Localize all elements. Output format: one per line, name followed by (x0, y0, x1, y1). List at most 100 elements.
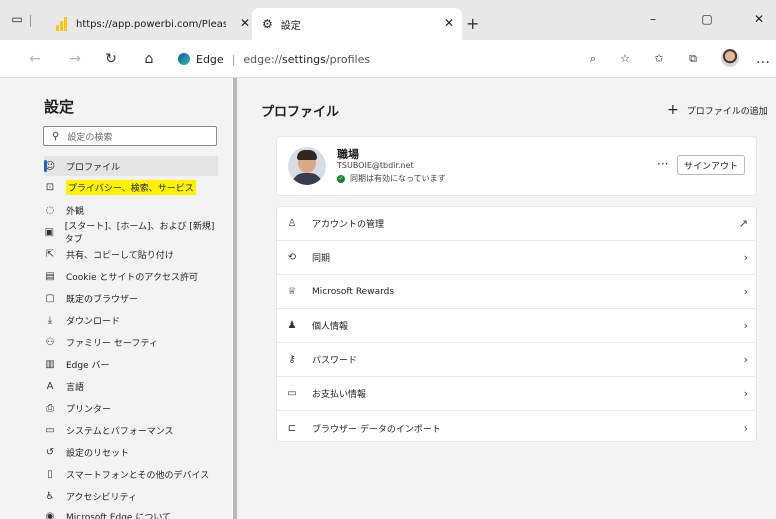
download-icon: ⤓ (47, 314, 53, 326)
sidebar-item-system[interactable]: ▭ システムとパフォーマンス (44, 420, 218, 440)
tab-settings[interactable]: ⚙ 設定 ✕ (252, 8, 462, 40)
site-label: Edge (196, 52, 224, 66)
address-bar[interactable]: Edge | edge://settings/profiles (178, 48, 370, 70)
refresh-icon[interactable]: ↻ (102, 50, 120, 68)
sidebar-item-edge-bar[interactable]: ▥ Edge バー (44, 354, 218, 374)
maximize-button[interactable]: ▢ (700, 12, 714, 26)
zoom-icon[interactable]: ⌕ (584, 50, 602, 68)
home-tab-icon: ▣ (44, 226, 55, 238)
profile-name: 職場 (337, 148, 359, 161)
sidebar-item-reset[interactable]: ↺ 設定のリセット (44, 442, 218, 462)
check-icon: ✓ (337, 174, 345, 183)
add-favorite-icon[interactable]: ☆ (616, 50, 634, 68)
add-profile-button[interactable]: + プロファイルの追加 (667, 102, 768, 118)
accessibility-icon: ♿ (45, 490, 55, 502)
sidebar-item-cookies[interactable]: ▤ Cookie とサイトのアクセス許可 (44, 266, 218, 286)
sidebar-item-accessibility[interactable]: ♿ アクセシビリティ (44, 486, 218, 506)
close-window-button[interactable]: ✕ (752, 12, 766, 26)
address-url: edge://settings/profiles (243, 52, 371, 66)
browser-icon: ▢ (45, 292, 55, 304)
reset-icon: ↺ (45, 446, 55, 458)
chevron-right-icon: › (743, 353, 748, 366)
rewards-icon: ♕ (287, 286, 297, 297)
phone-icon: ▯ (47, 468, 53, 480)
navigation-bar: ← → ↻ ⌂ Edge | edge://settings/profiles … (0, 40, 776, 78)
sidebar-item-share[interactable]: ⇱ 共有、コピーして貼り付け (44, 244, 218, 264)
tab-title: 設定 (280, 20, 301, 32)
appearance-icon: ◌ (45, 204, 55, 216)
chevron-right-icon: › (743, 251, 748, 264)
title-bar: ▭ https://app.powerbi.com/PleaseV ✕ ⚙ 設定… (0, 0, 776, 40)
sync-status: ✓ 同期は有効になっています (337, 174, 446, 183)
row-sync[interactable]: ⟲ 同期 › (277, 241, 758, 275)
powerbi-icon (56, 17, 68, 31)
sync-icon: ⟲ (287, 252, 297, 263)
key-icon: ⚷ (288, 354, 296, 365)
minimize-button[interactable]: – (646, 12, 660, 26)
more-options-button[interactable]: ··· (657, 157, 668, 171)
edge-bar-icon: ▥ (45, 358, 55, 370)
favorites-icon[interactable]: ✩ (650, 50, 668, 68)
avatar (288, 147, 326, 185)
sidebar-item-printers[interactable]: ⎙ プリンター (44, 398, 218, 418)
new-tab-button[interactable]: + (466, 14, 479, 33)
sidebar-item-family[interactable]: ⚇ ファミリー セーフティ (44, 332, 218, 352)
edge-about-icon: ◉ (45, 510, 55, 519)
main-content: プロファイル + プロファイルの追加 職場 TSUBOIE@tbdir.net … (237, 78, 776, 519)
tab-actions-icon[interactable]: ▭ (10, 12, 24, 26)
printer-icon: ⎙ (46, 402, 54, 414)
chevron-right-icon: › (743, 387, 748, 400)
sidebar-item-downloads[interactable]: ⤓ ダウンロード (44, 310, 218, 330)
share-icon: ⇱ (45, 248, 55, 260)
page-title: プロファイル (261, 105, 340, 120)
external-link-icon: ↗ (738, 217, 748, 230)
chevron-right-icon: › (743, 285, 748, 298)
forward-icon[interactable]: → (66, 50, 84, 68)
sidebar-item-appearance[interactable]: ◌ 外観 (44, 200, 218, 220)
sidebar-item-default-browser[interactable]: ▢ 既定のブラウザー (44, 288, 218, 308)
profile-settings-list: ♙ アカウントの管理 ↗ ⟲ 同期 › ♕ Microsoft Rewards … (276, 206, 758, 445)
sidebar-item-profiles[interactable]: ☺ プロファイル (44, 156, 218, 176)
sidebar-item-privacy[interactable]: ⊡ プライバシー、検索、サービス (44, 177, 218, 197)
collections-icon[interactable]: ⧉ (684, 50, 702, 68)
address-separator: | (231, 52, 236, 66)
profile-email: TSUBOIE@tbdir.net (337, 161, 414, 170)
sidebar-item-start-home[interactable]: ▣ [スタート]、[ホーム]、および [新規] タブ (44, 222, 218, 245)
tab-close-icon[interactable]: ✕ (240, 16, 250, 30)
sidebar-item-about[interactable]: ◉ Microsoft Edge について (44, 506, 218, 519)
row-passwords[interactable]: ⚷ パスワード › (277, 343, 758, 377)
sidebar-title: 設定 (44, 98, 75, 116)
lock-icon: ⊡ (45, 181, 55, 193)
card-icon: ▭ (287, 388, 297, 399)
import-icon: ⊏ (287, 422, 297, 434)
profile-card: 職場 TSUBOIE@tbdir.net ✓ 同期は有効になっています ··· … (276, 136, 757, 196)
row-personal-info[interactable]: ♟ 個人情報 › (277, 309, 758, 343)
search-icon: ⚲ (52, 130, 60, 142)
family-icon: ⚇ (45, 336, 55, 348)
signout-button[interactable]: サインアウト (677, 155, 745, 175)
row-manage-account[interactable]: ♙ アカウントの管理 ↗ (277, 207, 758, 241)
more-menu-icon[interactable]: … (754, 50, 772, 68)
divider (30, 15, 31, 27)
profile-avatar[interactable] (721, 49, 739, 67)
search-placeholder: 設定の検索 (67, 132, 113, 143)
settings-sidebar: 設定 ⚲ 設定の検索 ☺ プロファイル ⊡ プライバシー、検索、サービス ◌ 外観 ▣… (0, 78, 232, 519)
cookie-icon: ▤ (45, 270, 55, 282)
settings-search-input[interactable]: ⚲ 設定の検索 (43, 126, 217, 146)
row-import-data[interactable]: ⊏ ブラウザー データのインポート › (277, 411, 758, 445)
tab-title: https://app.powerbi.com/PleaseV (76, 18, 226, 30)
sidebar-item-phone[interactable]: ▯ スマートフォンとその他のデバイス (44, 464, 218, 484)
sidebar-item-languages[interactable]: A 言語 (44, 376, 218, 396)
chevron-right-icon: › (743, 319, 748, 332)
tab-close-icon[interactable]: ✕ (444, 16, 454, 30)
account-icon: ♙ (287, 218, 297, 229)
row-rewards[interactable]: ♕ Microsoft Rewards › (277, 275, 758, 309)
home-icon[interactable]: ⌂ (140, 50, 158, 68)
plus-icon: + (667, 102, 679, 118)
row-payment-info[interactable]: ▭ お支払い情報 › (277, 377, 758, 411)
language-icon: A (46, 380, 54, 392)
back-icon[interactable]: ← (26, 50, 44, 68)
personal-info-icon: ♟ (287, 320, 297, 331)
tab-powerbi[interactable]: https://app.powerbi.com/PleaseV ✕ (48, 8, 258, 40)
edge-logo-icon (178, 53, 190, 65)
